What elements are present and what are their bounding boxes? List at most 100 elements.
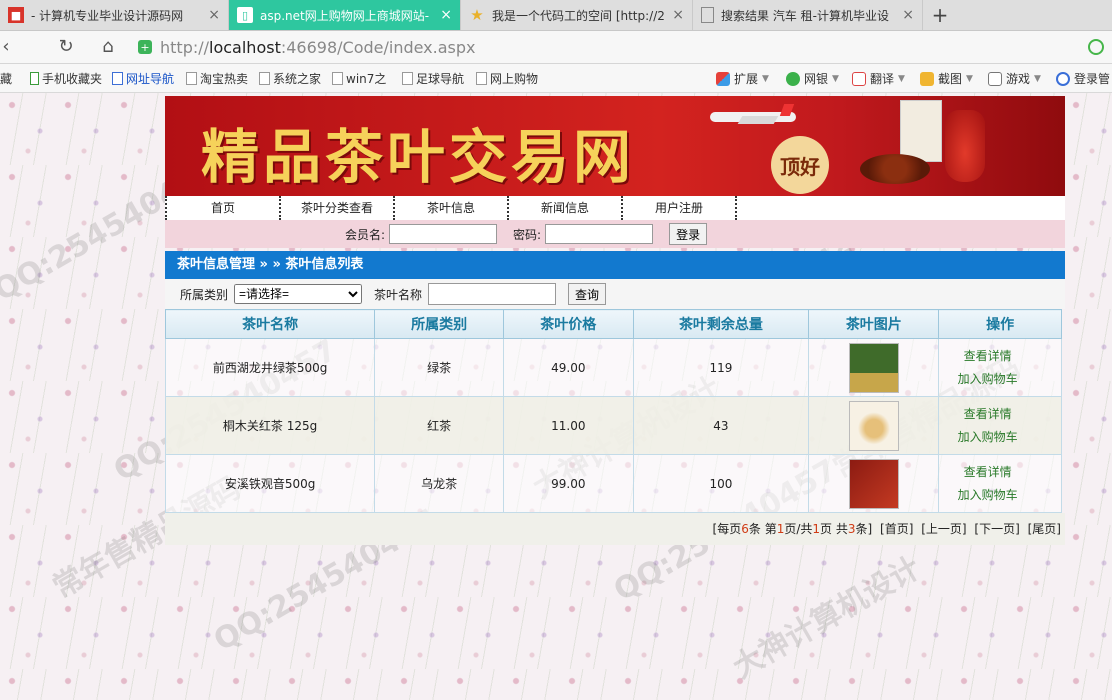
gift-box-graphic xyxy=(900,100,942,162)
bookmark-item[interactable]: 藏 xyxy=(0,70,12,87)
password-label: 密码: xyxy=(513,227,542,242)
view-detail-link[interactable]: 查看详情 xyxy=(940,461,1035,484)
bookmark-item[interactable]: 系统之家 xyxy=(259,70,321,87)
close-icon[interactable]: × xyxy=(672,7,684,23)
main-nav: 首页 茶叶分类查看 茶叶信息 新闻信息 用户注册 xyxy=(165,196,1065,220)
login-button[interactable]: 登录 xyxy=(669,223,708,245)
back-icon[interactable]: ‹ xyxy=(0,37,16,57)
browser-tab-2[interactable]: ▯ asp.net网上购物网上商城网站- × xyxy=(229,0,461,30)
chevron-down-icon: ▼ xyxy=(762,73,769,84)
translate-icon xyxy=(852,71,866,86)
page-icon xyxy=(259,72,270,85)
page-icon xyxy=(332,72,343,85)
nav-news[interactable]: 新闻信息 xyxy=(507,196,621,220)
query-button[interactable]: 查询 xyxy=(568,283,607,305)
actions-cell: 查看详情 加入购物车 xyxy=(938,338,1062,397)
nav-tea-categories[interactable]: 茶叶分类查看 xyxy=(279,196,393,220)
oolong-tea-image[interactable] xyxy=(848,458,899,509)
speed-mode-icon[interactable] xyxy=(1088,39,1104,55)
category-cell: 红茶 xyxy=(374,396,505,455)
bookmarks-bar: 藏 手机收藏夹 网址导航 淘宝热卖 系统之家 win7之 足球导航 网上购物 扩… xyxy=(0,64,1112,93)
nav-home[interactable]: 首页 xyxy=(165,196,279,220)
first-page-link[interactable]: [首页] xyxy=(880,522,913,536)
bookmark-item[interactable]: win7之 xyxy=(332,70,386,87)
prev-page-link[interactable]: [上一页] xyxy=(921,522,966,536)
chevron-down-icon: ▼ xyxy=(1034,73,1041,84)
category-label: 所属类别 xyxy=(180,287,229,302)
bookmark-item[interactable]: 足球导航 xyxy=(402,70,464,87)
add-to-cart-link[interactable]: 加入购物车 xyxy=(940,484,1035,507)
bookmark-item[interactable]: 淘宝热卖 xyxy=(186,70,248,87)
bookmark-label: 手机收藏夹 xyxy=(42,72,103,86)
site-banner: 精品茶叶交易网 顶好 xyxy=(165,96,1065,196)
price-cell: 11.00 xyxy=(503,396,634,455)
site-title: 精品茶叶交易网 xyxy=(201,123,636,191)
bookmark-label: win7之 xyxy=(346,72,387,86)
close-icon[interactable]: × xyxy=(440,7,452,23)
page-icon xyxy=(402,72,413,85)
ext-label: 登录管 xyxy=(1074,72,1111,86)
game-menu[interactable]: 游戏 ▼ xyxy=(988,70,1041,87)
tea-name-input[interactable] xyxy=(428,283,557,305)
nav-register[interactable]: 用户注册 xyxy=(621,196,737,220)
site-container: 精品茶叶交易网 顶好 首页 茶叶分类查看 茶叶信息 新闻信息 用户注册 会员名:… xyxy=(164,96,1065,545)
home-icon[interactable]: ⌂ xyxy=(98,37,118,57)
last-page-link[interactable]: [尾页] xyxy=(1028,522,1061,536)
chevron-down-icon: ▼ xyxy=(966,73,973,84)
screenshot-menu[interactable]: 截图 ▼ xyxy=(920,70,973,87)
tab-title: 搜索结果 汽车 租-计算机毕业设 xyxy=(721,8,889,23)
column-header: 所属类别 xyxy=(374,309,505,339)
nav-tea-info[interactable]: 茶叶信息 xyxy=(393,196,507,220)
password-input[interactable] xyxy=(545,224,654,244)
member-name-input[interactable] xyxy=(389,224,498,244)
scissors-icon xyxy=(920,71,934,86)
column-header: 操作 xyxy=(938,309,1062,339)
bookmark-item[interactable]: 手机收藏夹 xyxy=(30,70,102,87)
tea-name-cell: 桐木关红茶 125g xyxy=(164,396,376,455)
stock-cell: 119 xyxy=(632,338,810,397)
bank-menu[interactable]: 网银 ▼ xyxy=(786,70,839,87)
watermark-text: 大神计算机设计 xyxy=(727,550,927,686)
refresh-icon[interactable]: ↻ xyxy=(56,37,76,57)
new-tab-button[interactable]: + xyxy=(928,3,952,27)
actions-cell: 查看详情 加入购物车 xyxy=(938,396,1062,455)
view-detail-link[interactable]: 查看详情 xyxy=(940,345,1035,368)
browser-tab-4[interactable]: 搜索结果 汽车 租-计算机毕业设 × xyxy=(693,0,923,30)
bookmark-item[interactable]: 网上购物 xyxy=(476,70,538,87)
url-host: localhost xyxy=(209,37,281,57)
add-to-cart-link[interactable]: 加入购物车 xyxy=(940,426,1035,449)
browser-tab-3[interactable]: ★ 我是一个代码工的空间 [http://2 × xyxy=(461,0,693,30)
chevron-down-icon: ▼ xyxy=(832,73,839,84)
page-icon xyxy=(476,72,487,85)
browser-tab-1[interactable]: ■ - 计算机专业毕业设计源码网 × xyxy=(0,0,229,30)
stock-cell: 43 xyxy=(632,396,810,455)
tab-title: 我是一个代码工的空间 [http://2 xyxy=(492,8,665,23)
section-title: 茶叶信息管理 » » 茶叶信息列表 xyxy=(165,251,1065,279)
dish-graphic xyxy=(860,154,930,184)
black-tea-image[interactable] xyxy=(848,400,899,451)
translate-menu[interactable]: 翻译 ▼ xyxy=(852,70,905,87)
add-to-cart-link[interactable]: 加入购物车 xyxy=(940,368,1035,391)
bookmark-item[interactable]: 网址导航 xyxy=(112,70,174,87)
member-label: 会员名: xyxy=(345,227,386,242)
url-input[interactable]: + http://localhost:46698/Code/index.aspx xyxy=(138,35,1078,59)
total-pages: 1 xyxy=(812,522,821,536)
per-page-count: 6 xyxy=(741,522,749,536)
page-icon: ▯ xyxy=(237,7,253,23)
url-path: :46698/Code/index.aspx xyxy=(280,37,476,57)
close-icon[interactable]: × xyxy=(208,7,220,23)
category-select[interactable]: =请选择= xyxy=(234,284,363,304)
close-icon[interactable]: × xyxy=(902,7,914,23)
browser-tab-bar: ■ - 计算机专业毕业设计源码网 × ▯ asp.net网上购物网上商城网站- … xyxy=(0,0,1112,31)
green-tea-image[interactable] xyxy=(848,342,899,393)
airplane-graphic xyxy=(710,104,800,126)
image-cell xyxy=(808,396,940,455)
next-page-link[interactable]: [下一页] xyxy=(974,522,1019,536)
site-favicon-icon: ■ xyxy=(8,7,24,23)
view-detail-link[interactable]: 查看详情 xyxy=(940,403,1035,426)
extensions-menu[interactable]: 扩展 ▼ xyxy=(716,70,769,87)
stock-cell: 100 xyxy=(632,454,810,513)
login-manager-menu[interactable]: 登录管 xyxy=(1056,70,1110,87)
bookmark-label: 系统之家 xyxy=(273,72,322,86)
phone-icon xyxy=(30,72,39,85)
